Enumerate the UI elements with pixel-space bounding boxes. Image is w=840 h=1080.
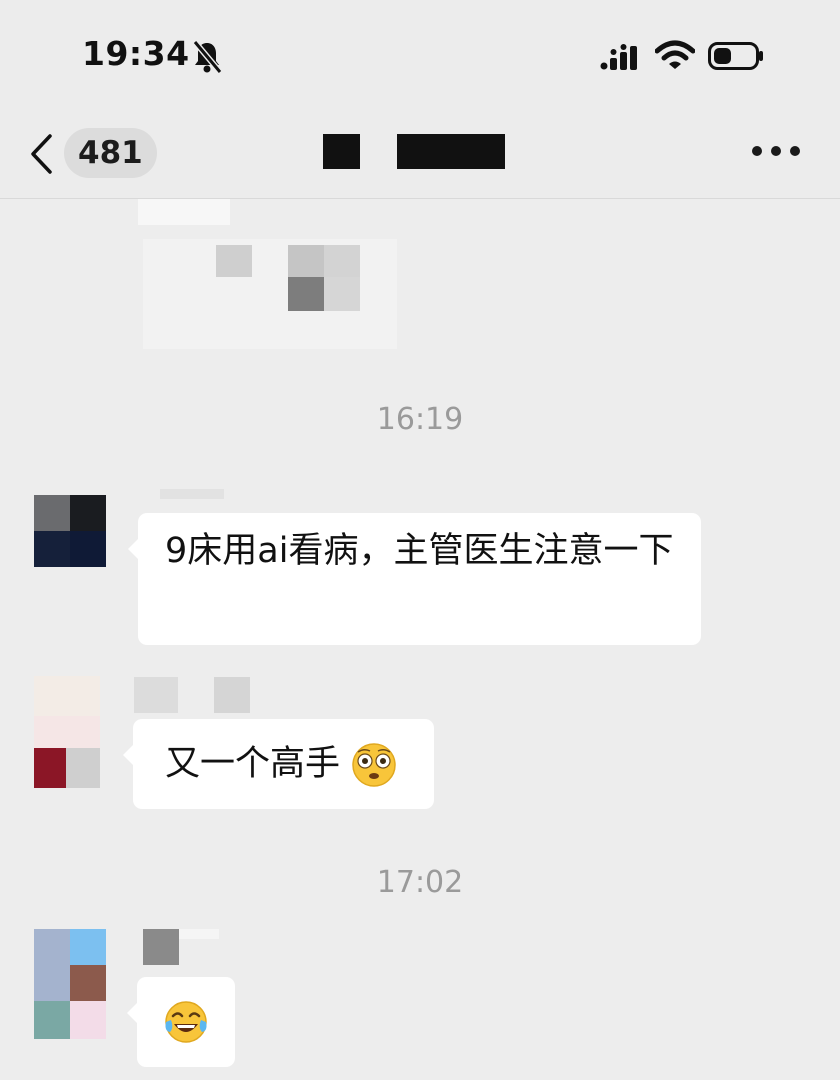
chevron-left-icon[interactable] xyxy=(28,132,54,176)
status-time: 19:34 xyxy=(82,34,190,73)
signal-icon xyxy=(600,44,637,70)
message-text: 9床用ai看病，主管医生注意一下 xyxy=(165,531,674,571)
wifi-icon xyxy=(655,40,695,69)
chat-title-redaction xyxy=(397,134,505,169)
timestamp: 16:19 xyxy=(376,402,464,437)
pixelated-image-message[interactable] xyxy=(143,239,397,349)
bell-slash-icon xyxy=(192,40,222,74)
message-list[interactable]: 16:19 9床用ai看病，主管医生注意一下 又一个高手 17:02 xyxy=(0,199,840,1080)
avatar[interactable] xyxy=(34,495,106,567)
sender-name-pixelated xyxy=(143,929,179,965)
flushed-face-emoji xyxy=(352,743,396,787)
more-dots-icon[interactable] xyxy=(752,146,800,158)
message-bubble[interactable] xyxy=(127,977,235,1067)
sender-name-pixelated xyxy=(134,677,178,713)
message-text: 又一个高手 xyxy=(165,744,341,784)
unread-count-badge[interactable]: 481 xyxy=(64,128,157,178)
chat-header: 481 xyxy=(0,110,840,199)
pixelated-fragment xyxy=(179,929,219,939)
timestamp: 17:02 xyxy=(376,865,464,900)
message-bubble[interactable]: 又一个高手 xyxy=(123,719,434,809)
battery-icon xyxy=(708,42,763,70)
message-bubble[interactable]: 9床用ai看病，主管医生注意一下 xyxy=(128,513,701,645)
chat-title-redaction xyxy=(323,134,360,169)
avatar[interactable] xyxy=(34,676,100,788)
sender-name-pixelated xyxy=(214,677,250,713)
pixelated-bubble-fragment xyxy=(138,199,230,225)
sender-name-pixelated xyxy=(160,489,224,499)
avatar[interactable] xyxy=(34,929,106,1039)
tears-of-joy-emoji xyxy=(165,1001,207,1043)
status-bar: 19:34 xyxy=(0,0,840,110)
